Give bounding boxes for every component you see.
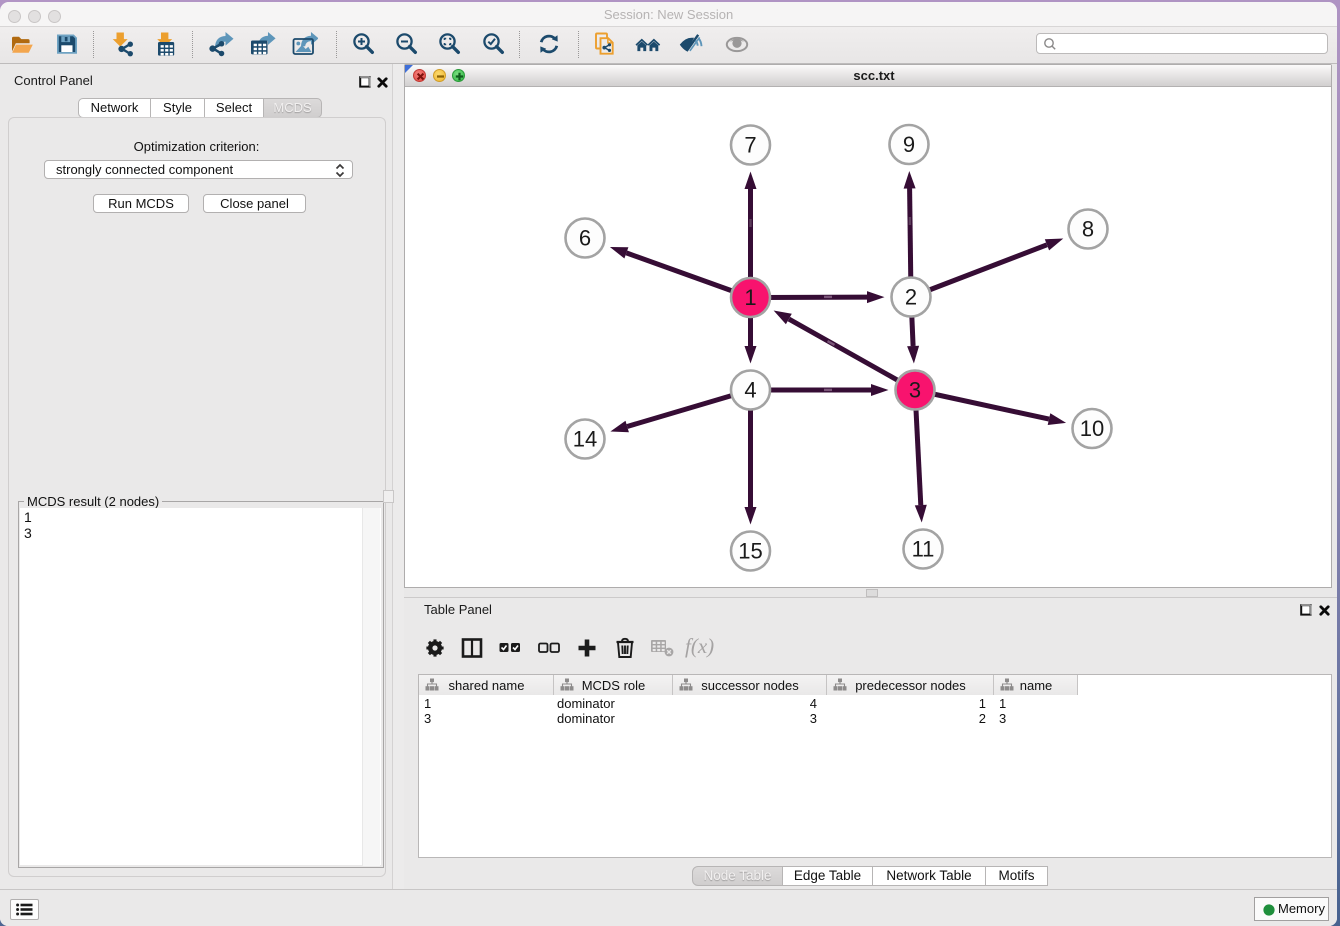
- svg-text:14: 14: [573, 427, 597, 452]
- svg-text:4: 4: [744, 378, 756, 403]
- svg-text:6: 6: [579, 226, 591, 251]
- svg-text:7: 7: [744, 133, 756, 158]
- svg-text:2: 2: [905, 285, 917, 310]
- svg-text:10: 10: [1080, 416, 1104, 441]
- svg-text:11: 11: [912, 537, 935, 562]
- svg-text:9: 9: [903, 132, 915, 157]
- svg-text:15: 15: [738, 539, 762, 564]
- svg-text:3: 3: [909, 378, 921, 403]
- svg-text:8: 8: [1082, 217, 1094, 242]
- svg-text:1: 1: [744, 285, 756, 310]
